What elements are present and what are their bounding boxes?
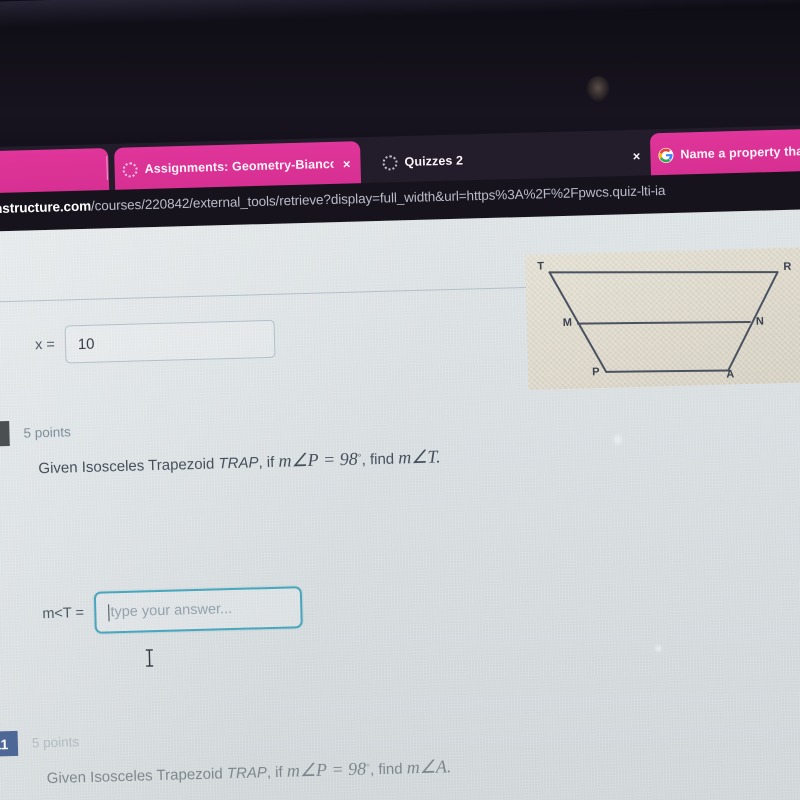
vertex-label-R: R	[783, 260, 792, 274]
x-equals-label: x =	[34, 336, 56, 354]
q10-math-angle-icon: ∠	[291, 449, 308, 471]
google-icon	[658, 147, 674, 163]
x-answer-input[interactable]: 10	[64, 319, 276, 364]
mouse-cursor-ibeam	[145, 649, 154, 667]
q11-prompt-period: .	[446, 756, 452, 777]
q10-find-m: m	[398, 447, 412, 468]
question-10-points: 5 points	[23, 424, 71, 441]
q10-math-equals: =	[322, 449, 336, 470]
url-host: wcs.instructure.com	[0, 198, 92, 217]
vertex-label-P: P	[592, 366, 600, 379]
mT-equals-label: m<T =	[42, 605, 85, 623]
q10-math-m: m	[278, 450, 292, 471]
x-answer-value: 10	[77, 335, 95, 353]
url-path: /courses/220842/external_tools/retrieve?…	[90, 182, 666, 214]
previous-answer-row: x = 10	[34, 319, 276, 364]
q11-math-angle-icon: ∠	[299, 759, 317, 781]
browser-tab-2-title: Quizzes 2	[404, 153, 464, 169]
browser-tab-1-title: Assignments: Geometry-Bianco-	[144, 156, 335, 177]
q11-find-m: m	[406, 757, 420, 778]
vertex-label-M: M	[562, 316, 573, 329]
q10-prompt-mid: , if	[258, 453, 279, 472]
q11-figure-name: TRAP	[226, 764, 268, 783]
vertex-label-T: T	[537, 260, 545, 273]
trapezoid-diagram-image: T R M N P A	[525, 247, 800, 390]
browser-tab-3-title: Name a property tha	[680, 144, 800, 162]
q11-math-vertex: P	[315, 759, 328, 780]
q10-prompt-prefix: Given Isosceles Trapezoid	[38, 455, 219, 478]
browser-tab-1-close-icon[interactable]: ×	[341, 156, 353, 171]
q11-math-value: 98	[347, 758, 367, 779]
q11-find-vertex: A	[435, 756, 448, 777]
q11-prompt-prefix: Given Isosceles Trapezoid	[46, 765, 228, 788]
loading-spinner-icon	[382, 154, 398, 171]
q10-prompt-find: , find	[361, 450, 399, 469]
screen-glare-reflection	[586, 76, 610, 102]
question-10-answer-placeholder: type your answer...	[110, 601, 233, 621]
q10-math-value: 98	[339, 448, 358, 470]
q10-prompt-period: .	[435, 446, 441, 467]
question-11-number-badge: 11	[0, 730, 19, 757]
q11-prompt-mid: , if	[266, 763, 288, 782]
q10-figure-name: TRAP	[218, 454, 259, 473]
browser-tab-3[interactable]: Name a property tha	[649, 126, 800, 178]
question-10-number-badge: 10	[0, 421, 10, 447]
question-11-points: 5 points	[31, 734, 80, 751]
q11-find-angle-icon: ∠	[419, 756, 437, 778]
photo-of-laptop-screen: n County P × Assignments: Geometry-Bianc…	[0, 0, 800, 800]
loading-spinner-icon	[122, 161, 138, 178]
vertex-label-A: A	[726, 368, 735, 381]
browser-tab-2-close-icon[interactable]: ×	[631, 148, 643, 163]
q11-math-equals: =	[331, 759, 344, 780]
q11-prompt-find: , find	[369, 760, 407, 779]
question-10-answer-row: m<T = type your answer...	[42, 586, 303, 635]
question-10-answer-input[interactable]: type your answer...	[93, 586, 303, 634]
q10-find-angle-icon: ∠	[410, 446, 428, 468]
vertex-label-N: N	[755, 315, 765, 328]
q10-math-vertex: P	[307, 449, 319, 470]
q11-math-m: m	[286, 760, 301, 781]
